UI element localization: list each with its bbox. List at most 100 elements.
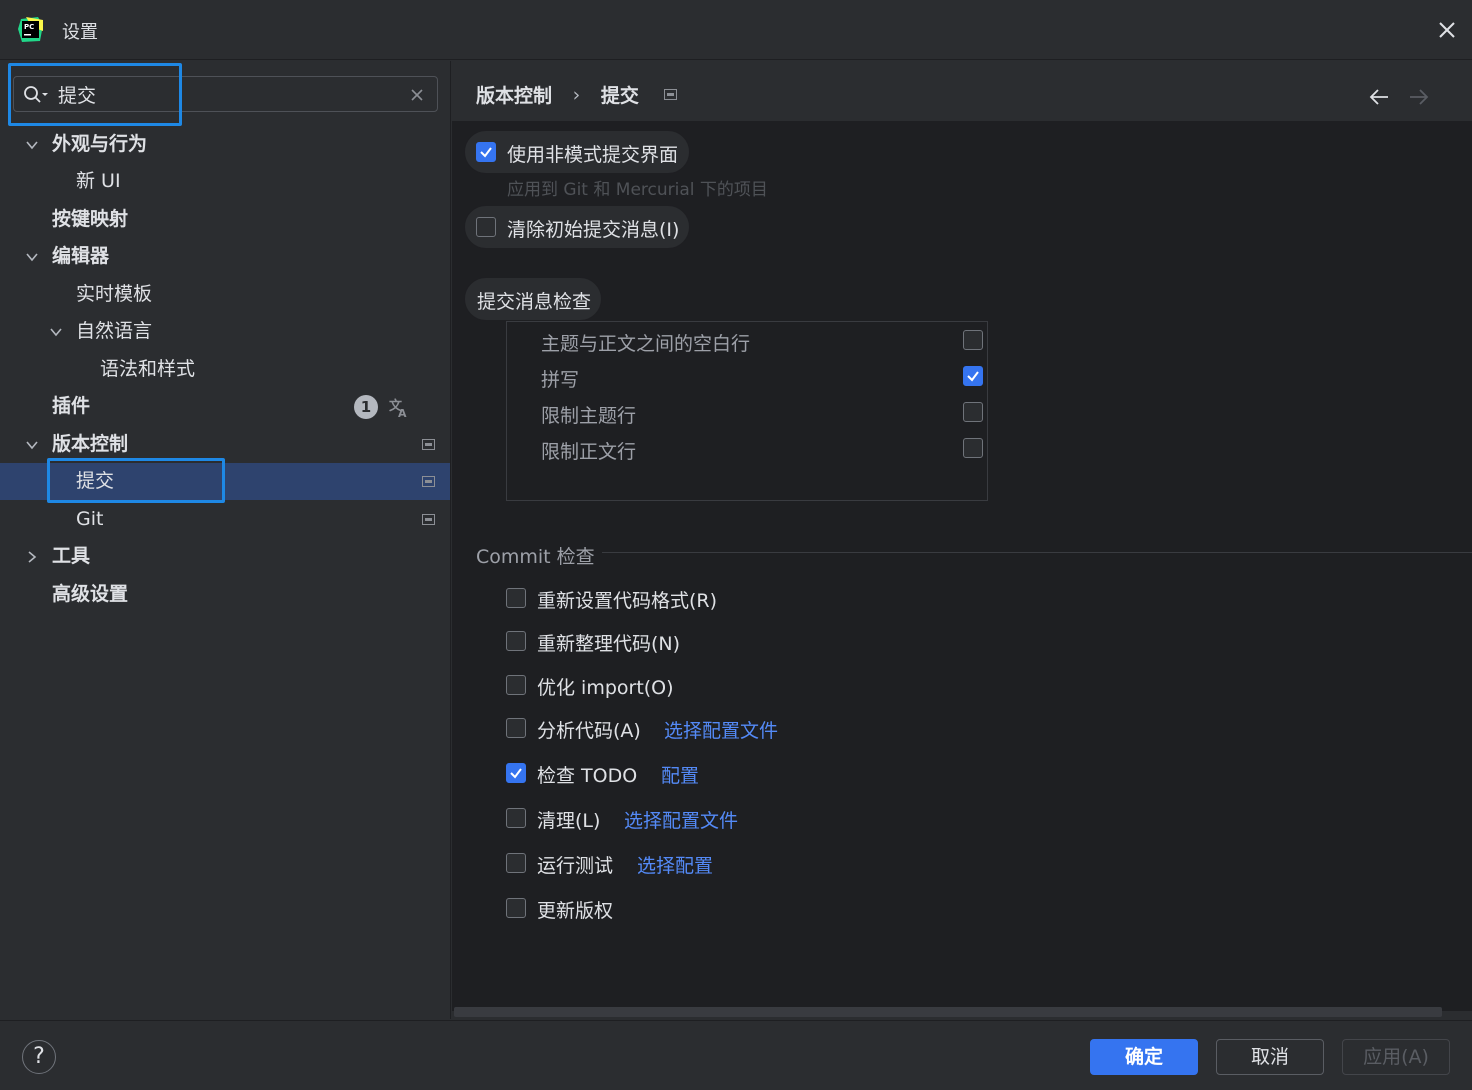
ok-button[interactable]: 确定 bbox=[1090, 1039, 1198, 1075]
sidebar-item-label: 按键映射 bbox=[52, 208, 129, 230]
cleanup-label[interactable]: 清理(L) bbox=[537, 806, 600, 833]
sidebar-item-label: 新 UI bbox=[76, 170, 121, 192]
checkmark-icon bbox=[480, 147, 492, 158]
checkmark-icon bbox=[510, 768, 522, 779]
sidebar-item-keymap[interactable]: 按键映射 bbox=[0, 201, 450, 238]
sidebar-item-label: 外观与行为 bbox=[52, 133, 148, 155]
chevron-right-icon[interactable] bbox=[25, 550, 39, 564]
optimize-imports-checkbox[interactable] bbox=[506, 675, 526, 695]
clear-initial-message-label[interactable]: 清除初始提交消息(I) bbox=[507, 215, 679, 242]
clear-search-icon[interactable] bbox=[408, 86, 426, 104]
analyze-code-label[interactable]: 分析代码(A) bbox=[537, 716, 641, 743]
non-modal-hint: 应用到 Git 和 Mercurial 下的项目 bbox=[507, 180, 768, 200]
help-button[interactable]: ? bbox=[22, 1040, 56, 1074]
check-todo-label[interactable]: 检查 TODO bbox=[537, 761, 637, 788]
svg-text:PC: PC bbox=[24, 23, 34, 31]
apply-button[interactable]: 应用(A) bbox=[1342, 1039, 1450, 1075]
run-tests-checkbox[interactable] bbox=[506, 853, 526, 873]
window-title: 设置 bbox=[62, 22, 98, 43]
svg-text:A: A bbox=[398, 407, 407, 418]
sidebar-item-grammar-style[interactable]: 语法和样式 bbox=[0, 351, 450, 388]
sidebar-item-advanced[interactable]: 高级设置 bbox=[0, 576, 450, 613]
sidebar-item-plugins[interactable]: 插件 1 文 A bbox=[0, 388, 450, 425]
search-icon[interactable] bbox=[23, 85, 49, 105]
run-tests-configuration-link[interactable]: 选择配置 bbox=[637, 851, 713, 878]
rearrange-code-checkbox[interactable] bbox=[506, 631, 526, 651]
project-scope-icon bbox=[422, 514, 435, 525]
search-input[interactable] bbox=[58, 80, 398, 108]
title-bar: PC 设置 bbox=[0, 0, 1472, 60]
sidebar-item-label: 高级设置 bbox=[52, 583, 129, 605]
blank-line-checkbox[interactable] bbox=[963, 330, 983, 350]
settings-sidebar: 外观与行为 新 UI 按键映射 编辑器 实时模板 自然语言 语法和样式 插件 1… bbox=[0, 61, 451, 1019]
reformat-code-label[interactable]: 重新设置代码格式(R) bbox=[537, 586, 717, 613]
non-modal-checkbox[interactable] bbox=[476, 142, 496, 162]
sidebar-item-natural-languages[interactable]: 自然语言 bbox=[0, 313, 450, 350]
reformat-code-checkbox[interactable] bbox=[506, 588, 526, 608]
sidebar-item-label: 提交 bbox=[76, 470, 115, 492]
update-copyright-label[interactable]: 更新版权 bbox=[537, 896, 613, 923]
sidebar-item-label: 插件 bbox=[52, 395, 91, 417]
project-scope-icon bbox=[422, 439, 435, 450]
close-icon[interactable] bbox=[1434, 17, 1460, 43]
options-panel: 使用非模式提交界面 应用到 Git 和 Mercurial 下的项目 清除初始提… bbox=[452, 121, 1472, 1017]
breadcrumb: 版本控制 › 提交 bbox=[476, 81, 677, 111]
limit-subject-label: 限制主题行 bbox=[541, 405, 637, 427]
optimize-imports-label[interactable]: 优化 import(O) bbox=[537, 673, 674, 700]
chevron-down-icon[interactable] bbox=[49, 325, 63, 339]
settings-content: 版本控制 › 提交 使用非模式提交界面 应用到 Git 和 Mercurial … bbox=[452, 61, 1472, 1019]
cleanup-checkbox[interactable] bbox=[506, 808, 526, 828]
limit-subject-checkbox[interactable] bbox=[963, 402, 983, 422]
spelling-label: 拼写 bbox=[541, 369, 580, 391]
translate-icon: 文 A bbox=[389, 398, 407, 418]
check-todo-checkbox[interactable] bbox=[506, 763, 526, 783]
chevron-down-icon[interactable] bbox=[25, 250, 39, 264]
analyze-code-profile-link[interactable]: 选择配置文件 bbox=[664, 716, 778, 743]
project-scope-icon bbox=[663, 89, 677, 100]
run-tests-label[interactable]: 运行测试 bbox=[537, 851, 613, 878]
sidebar-item-label: 编辑器 bbox=[52, 245, 110, 267]
update-copyright-checkbox[interactable] bbox=[506, 898, 526, 918]
forward-arrow-icon[interactable] bbox=[1408, 87, 1430, 107]
sidebar-item-label: 自然语言 bbox=[76, 320, 153, 342]
non-modal-label[interactable]: 使用非模式提交界面 bbox=[507, 140, 678, 167]
project-scope-icon bbox=[422, 476, 435, 487]
sidebar-item-new-ui[interactable]: 新 UI bbox=[0, 163, 450, 200]
sidebar-item-commit[interactable]: 提交 bbox=[0, 463, 450, 500]
sidebar-item-label: 工具 bbox=[52, 545, 91, 567]
sidebar-item-label: 实时模板 bbox=[76, 283, 153, 305]
commit-message-checks-title[interactable]: 提交消息检查 bbox=[477, 287, 591, 314]
sidebar-item-appearance[interactable]: 外观与行为 bbox=[0, 126, 450, 163]
search-box[interactable] bbox=[13, 76, 438, 112]
cleanup-profile-link[interactable]: 选择配置文件 bbox=[624, 806, 738, 833]
cancel-button[interactable]: 取消 bbox=[1216, 1039, 1324, 1075]
chevron-down-icon[interactable] bbox=[25, 438, 39, 452]
plugins-badge: 1 bbox=[354, 395, 378, 419]
breadcrumb-current: 提交 bbox=[600, 85, 639, 107]
section-divider bbox=[602, 552, 1472, 553]
blank-line-label: 主题与正文之间的空白行 bbox=[541, 333, 751, 355]
breadcrumb-parent[interactable]: 版本控制 bbox=[476, 81, 552, 108]
limit-body-checkbox[interactable] bbox=[963, 438, 983, 458]
clear-initial-message-checkbox[interactable] bbox=[476, 217, 496, 237]
limit-body-label: 限制正文行 bbox=[541, 441, 637, 463]
commit-message-checks-panel: 主题与正文之间的空白行 拼写 限制主题行 限制正文行 bbox=[506, 321, 988, 501]
sidebar-item-label: Git bbox=[76, 508, 104, 530]
back-arrow-icon[interactable] bbox=[1368, 87, 1390, 107]
spelling-checkbox[interactable] bbox=[963, 366, 983, 386]
dialog-footer: ? 确定 取消 应用(A) bbox=[0, 1020, 1472, 1090]
commit-checks-title: Commit 检查 bbox=[476, 546, 595, 568]
breadcrumb-separator: › bbox=[572, 83, 581, 106]
horizontal-scrollbar[interactable] bbox=[454, 1007, 1442, 1017]
sidebar-item-vcs[interactable]: 版本控制 bbox=[0, 426, 450, 463]
rearrange-code-label[interactable]: 重新整理代码(N) bbox=[537, 629, 680, 656]
check-todo-configure-link[interactable]: 配置 bbox=[661, 761, 699, 788]
sidebar-item-editor[interactable]: 编辑器 bbox=[0, 238, 450, 275]
sidebar-item-live-templates[interactable]: 实时模板 bbox=[0, 276, 450, 313]
sidebar-item-git[interactable]: Git bbox=[0, 501, 450, 538]
sidebar-item-tools[interactable]: 工具 bbox=[0, 538, 450, 575]
sidebar-item-label: 版本控制 bbox=[52, 433, 129, 455]
chevron-down-icon[interactable] bbox=[25, 138, 39, 152]
analyze-code-checkbox[interactable] bbox=[506, 718, 526, 738]
sidebar-item-label: 语法和样式 bbox=[100, 358, 196, 380]
